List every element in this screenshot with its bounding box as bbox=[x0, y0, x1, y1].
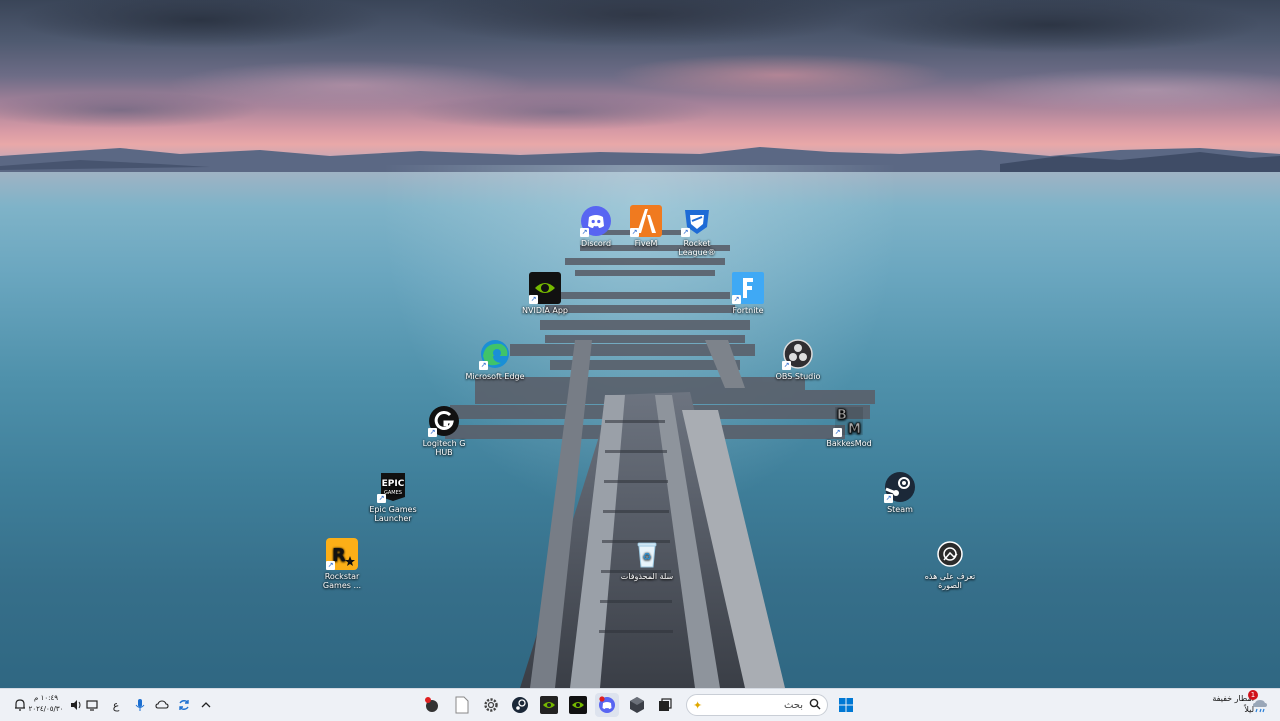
copilot-sparkle-icon: ✦ bbox=[693, 698, 703, 712]
rocket-league-icon: ↗ bbox=[681, 205, 713, 237]
desktop-wallpaper bbox=[0, 0, 1280, 688]
discord-icon: ↗ bbox=[580, 205, 612, 237]
desktop-icon-rocket-league[interactable]: ↗ Rocket League® bbox=[667, 205, 727, 257]
nvidia-icon bbox=[566, 693, 590, 717]
logitech-g-icon: ↗ bbox=[428, 405, 460, 437]
obs-icon: ↗ bbox=[782, 338, 814, 370]
desktop-icon-logitech-g-hub[interactable]: ↗ Logitech G HUB bbox=[414, 405, 474, 457]
svg-text:B: B bbox=[837, 408, 847, 423]
taskbar-task-view[interactable] bbox=[653, 693, 677, 717]
nvidia-icon: ↗ bbox=[529, 272, 561, 304]
icon-label: BakkesMod bbox=[826, 439, 872, 448]
desktop-icon-obs-studio[interactable]: ↗ OBS Studio bbox=[768, 338, 828, 381]
chevron-up-icon bbox=[194, 693, 218, 717]
desktop-icon-rockstar-games[interactable]: R ↗ Rockstar Games ... bbox=[312, 538, 372, 590]
sync-icon bbox=[172, 693, 196, 717]
svg-text:GAMES: GAMES bbox=[384, 490, 402, 496]
clock-date: ٢٠٢٤/٠٥/٣٠ bbox=[28, 705, 64, 713]
weather-icon-button[interactable]: 1 bbox=[1248, 690, 1272, 717]
taskbar-app-cube[interactable] bbox=[625, 693, 649, 717]
icon-label: Microsoft Edge bbox=[465, 372, 525, 381]
taskbar: ١٠:٤٩ م ٢٠٢٤/٠٥/٣٠ ع بحث ✦ أمطار خفيفة ل… bbox=[0, 688, 1280, 721]
icon-label: NVIDIA App bbox=[522, 306, 568, 315]
nvidia-icon bbox=[537, 693, 561, 717]
desktop-icon-microsoft-edge[interactable]: ↗ Microsoft Edge bbox=[465, 338, 525, 381]
fivem-icon: ↗ bbox=[630, 205, 662, 237]
search-placeholder: بحث bbox=[783, 699, 803, 711]
desktop-icon-fortnite[interactable]: ↗ Fortnite bbox=[718, 272, 778, 315]
wallpaper-pier bbox=[445, 212, 875, 688]
taskbar-app-rockstar[interactable] bbox=[420, 693, 444, 717]
taskbar-app-steam[interactable] bbox=[508, 693, 532, 717]
cloud-rain-icon: 1 bbox=[1248, 690, 1272, 717]
windows-logo-icon bbox=[834, 693, 858, 717]
fortnite-icon: ↗ bbox=[732, 272, 764, 304]
steam-icon bbox=[508, 693, 532, 717]
bakkesmod-icon: BM ↗ bbox=[833, 405, 865, 437]
language-label: ع bbox=[112, 698, 120, 712]
taskbar-app-nvidia-2[interactable] bbox=[566, 693, 590, 717]
icon-label: Epic Games Launcher bbox=[369, 505, 417, 523]
taskbar-app-notepad[interactable] bbox=[450, 693, 474, 717]
microphone-button[interactable] bbox=[128, 693, 152, 717]
recycle-bin-icon: ♻ bbox=[631, 538, 663, 570]
start-button[interactable] bbox=[834, 693, 858, 717]
discord-icon bbox=[595, 693, 619, 717]
svg-text:EPIC: EPIC bbox=[382, 479, 405, 489]
desktop-icon-recycle-bin[interactable]: ♻ سلة المحذوفات bbox=[617, 538, 677, 581]
icon-label: Steam bbox=[887, 505, 913, 514]
steam-icon: ↗ bbox=[884, 471, 916, 503]
clock-time: ١٠:٤٩ م bbox=[34, 694, 58, 702]
taskbar-app-nvidia-1[interactable] bbox=[537, 693, 561, 717]
svg-text:M: M bbox=[848, 422, 861, 437]
gear-icon bbox=[479, 693, 503, 717]
taskbar-search[interactable]: بحث ✦ bbox=[686, 694, 828, 716]
desktop-icon-nvidia-app[interactable]: ↗ NVIDIA App bbox=[515, 272, 575, 315]
desktop-icon-steam[interactable]: ↗ Steam bbox=[870, 471, 930, 514]
network-button[interactable] bbox=[80, 693, 104, 717]
search-icon bbox=[809, 698, 821, 713]
monitor-network-icon bbox=[80, 693, 104, 717]
desktop-icon-learn-about-picture[interactable]: تعرف على هذه الصورة bbox=[920, 538, 980, 590]
task-view-icon bbox=[653, 693, 677, 717]
taskbar-app-settings[interactable] bbox=[479, 693, 503, 717]
onedrive-button[interactable] bbox=[150, 693, 174, 717]
sync-button[interactable] bbox=[172, 693, 196, 717]
cube-icon bbox=[625, 693, 649, 717]
rockstar-icon: R ↗ bbox=[326, 538, 358, 570]
record-icon bbox=[420, 693, 444, 717]
icon-label: Rocket League® bbox=[678, 239, 716, 257]
cloud-icon bbox=[150, 693, 174, 717]
show-hidden-icons-button[interactable] bbox=[194, 693, 218, 717]
taskbar-app-discord[interactable] bbox=[595, 693, 619, 717]
icon-label: Fortnite bbox=[732, 306, 764, 315]
icon-label: OBS Studio bbox=[775, 372, 821, 381]
weather-badge: 1 bbox=[1248, 690, 1258, 700]
microphone-icon bbox=[128, 693, 152, 717]
clock[interactable]: ١٠:٤٩ م ٢٠٢٤/٠٥/٣٠ bbox=[26, 693, 66, 715]
input-language-indicator[interactable]: ع bbox=[104, 693, 128, 717]
svg-text:♻: ♻ bbox=[643, 552, 652, 563]
icon-label: Rockstar Games ... bbox=[322, 572, 362, 590]
icon-label: Logitech G HUB bbox=[422, 439, 466, 457]
desktop-icon-bakkesmod[interactable]: BM ↗ BakkesMod bbox=[819, 405, 879, 448]
edge-icon: ↗ bbox=[479, 338, 511, 370]
document-icon bbox=[450, 693, 474, 717]
desktop-icon-epic-games-launcher[interactable]: EPIC GAMES ↗ Epic Games Launcher bbox=[363, 471, 423, 523]
icon-label: سلة المحذوفات bbox=[620, 572, 674, 581]
epic-games-icon: EPIC GAMES ↗ bbox=[377, 471, 409, 503]
icon-label: تعرف على هذه الصورة bbox=[924, 572, 976, 590]
learn-picture-icon bbox=[934, 538, 966, 570]
